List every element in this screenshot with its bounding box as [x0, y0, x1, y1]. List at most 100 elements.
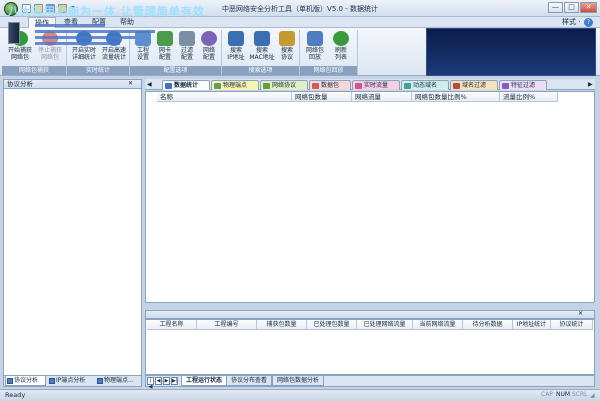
caps-lock-indicator: CAP	[541, 391, 553, 398]
panel-close-icon[interactable]: ✕	[128, 80, 133, 87]
column-header-pending[interactable]: 待分析数据	[463, 320, 513, 330]
button-label: 配置	[158, 53, 171, 61]
network-config-button[interactable]: 网络 配置	[198, 31, 220, 65]
packet-replay-icon	[307, 31, 323, 46]
tab-label: 特征过滤	[511, 82, 536, 89]
banner-title: 八大实用功能为一体 让管理简单有效	[8, 5, 205, 18]
column-header-current-traffic[interactable]: 当前网络流量	[413, 320, 463, 330]
column-header-traffic[interactable]: 网络流量	[352, 92, 412, 102]
column-header-project-name[interactable]: 工程名称	[147, 320, 197, 330]
last-tab-icon[interactable]: ▶|	[171, 377, 178, 385]
project-settings-button[interactable]: 工程 设置	[132, 31, 154, 65]
physical-endpoint-icon	[97, 378, 103, 384]
maximize-button[interactable]: □	[564, 2, 579, 13]
column-header-captured[interactable]: 捕获包数量	[257, 320, 307, 330]
ip-endpoint-icon	[49, 378, 55, 384]
next-tab-icon[interactable]: ▶	[163, 377, 170, 385]
button-label: 协议	[280, 53, 293, 61]
scroll-lock-indicator: SCRL	[572, 391, 588, 398]
banner-decoration	[35, 30, 155, 33]
button-label: 列表	[334, 53, 347, 61]
search-mac-icon	[254, 31, 270, 46]
tab-ip-endpoint[interactable]: IP端点分析	[48, 376, 94, 386]
search-ip-icon	[228, 31, 244, 46]
tab-label: 实时流量	[364, 82, 389, 89]
banner-decoration	[35, 24, 105, 27]
button-label: 设置	[136, 53, 149, 61]
tab-feature-filter[interactable]: 特征过滤	[499, 80, 547, 90]
help-icon[interactable]: ?	[584, 18, 593, 27]
tab-project-status[interactable]: 工程运行状态	[181, 376, 228, 386]
physical-endpoint-icon	[214, 83, 221, 89]
num-lock-indicator: NUM	[556, 391, 571, 398]
tab-dynamic-domain[interactable]: 动态域名	[401, 80, 449, 90]
ribbon-group-label: 实时统计	[67, 66, 129, 75]
nic-config-icon	[157, 31, 173, 46]
tab-physical-endpoint[interactable]: 物理端点...	[96, 376, 141, 386]
tab-label: 协议分析	[14, 377, 39, 384]
column-header-processed-traffic[interactable]: 已处理网络流量	[357, 320, 413, 330]
tab-protocol-analysis[interactable]: 协议分析	[5, 376, 46, 386]
first-tab-icon[interactable]: |◀	[147, 377, 154, 390]
tab-data-statistics[interactable]: 数据统计	[162, 80, 210, 90]
tab-label: IP端点分析	[56, 377, 86, 384]
column-header-protocol-stats[interactable]: 协议统计	[551, 320, 593, 330]
column-header-packet-count[interactable]: 网络包数量	[292, 92, 352, 102]
tab-label: 数据统计	[174, 82, 199, 89]
server-icon	[8, 22, 20, 44]
filter-config-icon	[179, 31, 195, 46]
tab-physical-endpoint[interactable]: 物理端点	[211, 80, 259, 90]
button-label: 回放	[308, 53, 321, 61]
feature-filter-icon	[502, 83, 509, 89]
filter-config-button[interactable]: 过滤 配置	[176, 31, 198, 65]
ribbon-group-label: 网络包捕获	[2, 66, 66, 75]
column-header-name[interactable]: 名称	[157, 92, 292, 102]
protocol-icon	[7, 378, 13, 384]
network-config-icon	[201, 31, 217, 46]
column-header-project-id[interactable]: 工程编号	[197, 320, 257, 330]
tab-packets[interactable]: 数据包	[309, 80, 351, 90]
bottom-panel-close-icon[interactable]: ✕	[578, 310, 583, 317]
packet-icon	[312, 83, 319, 89]
search-ip-button[interactable]: 搜索 IP地址	[224, 31, 248, 65]
column-header-packet-ratio[interactable]: 网络包数量比例%	[412, 92, 500, 102]
panel-splitter[interactable]	[145, 304, 595, 309]
panel-title: 协议分析	[3, 79, 142, 89]
tab-realtime-traffic[interactable]: 实时流量	[352, 80, 400, 90]
tab-network-protocol[interactable]: 网络协议	[260, 80, 308, 90]
resize-grip-icon[interactable]: ◢	[590, 392, 595, 399]
ribbon-group-label: 搜索选项	[222, 66, 299, 75]
tab-label: 域名过滤	[462, 82, 487, 89]
button-label: 配置	[180, 53, 193, 61]
prev-tab-icon[interactable]: ◀	[155, 377, 162, 385]
search-protocol-button[interactable]: 搜索 协议	[276, 31, 298, 65]
tab-scroll-right-icon[interactable]: ▶	[588, 81, 593, 88]
refresh-list-button[interactable]: 刷新 列表	[328, 31, 354, 65]
promo-banner[interactable]	[426, 28, 596, 76]
traffic-icon	[355, 83, 362, 89]
column-header-ip-stats[interactable]: IP地址统计	[513, 320, 551, 330]
button-label: 配置	[202, 53, 215, 61]
style-menu[interactable]: 样式 ·	[562, 17, 580, 28]
button-label: IP地址	[227, 53, 245, 61]
minimize-button[interactable]: —	[548, 2, 563, 13]
project-settings-icon	[135, 31, 151, 46]
status-bar	[0, 389, 600, 401]
close-window-button[interactable]: ✕	[580, 2, 597, 13]
tab-domain-filter[interactable]: 域名过滤	[450, 80, 498, 90]
tab-packet-analysis[interactable]: 网络包数据分析	[272, 376, 325, 386]
column-header-traffic-ratio[interactable]: 流量比例%	[500, 92, 558, 102]
tab-protocol-distribution[interactable]: 协议分布查看	[226, 376, 273, 386]
button-label: 详细统计	[71, 53, 96, 61]
tab-label: 动态域名	[413, 82, 438, 89]
protocol-analysis-panel	[3, 79, 142, 386]
refresh-list-icon	[333, 31, 349, 46]
domain-icon	[404, 83, 411, 89]
column-header-processed[interactable]: 已处理包数量	[307, 320, 357, 330]
tab-scroll-left-icon[interactable]: ◀	[147, 81, 152, 88]
nic-config-button[interactable]: 网卡 配置	[154, 31, 176, 65]
button-label: MAC地址	[249, 53, 275, 61]
packet-replay-button[interactable]: 网络包 回放	[302, 31, 328, 65]
banner-decoration	[35, 36, 135, 39]
search-mac-button[interactable]: 搜索 MAC地址	[248, 31, 276, 65]
